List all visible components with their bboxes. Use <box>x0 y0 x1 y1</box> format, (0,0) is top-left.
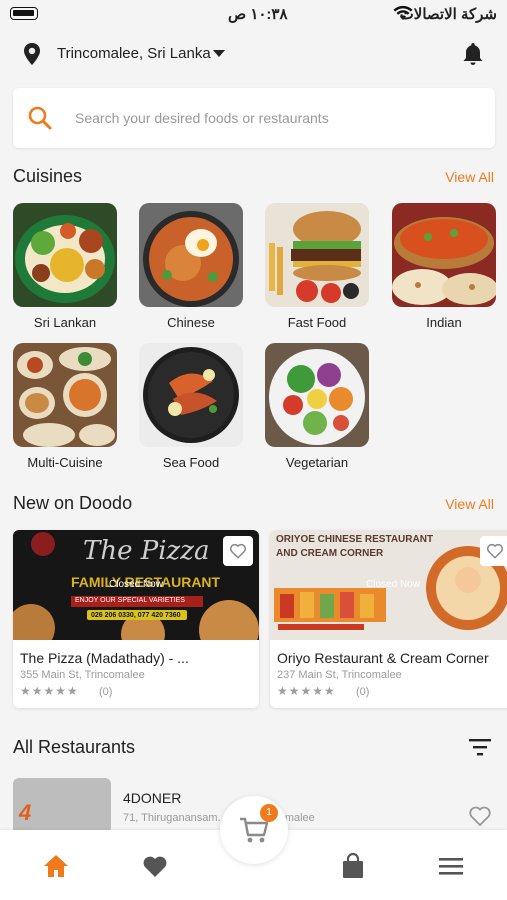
cuisine-label: Sri Lankan <box>33 315 97 330</box>
cuisine-image <box>13 203 117 307</box>
cuisine-chinese[interactable]: Chinese <box>139 203 243 333</box>
restaurant-card-the-pizza[interactable]: The Pizza FAMILY RESTAURANT ENJOY OUR SP… <box>13 530 259 708</box>
favorite-button[interactable] <box>480 536 507 566</box>
new-on-doodo-title: New on Doodo <box>13 493 133 513</box>
restaurant-name: The Pizza (Madathady) - ... <box>20 650 189 666</box>
status-time: ١٠:٣٨ ص <box>228 6 288 23</box>
battery-icon <box>10 7 38 20</box>
cart-button[interactable]: 1 <box>220 796 288 864</box>
cuisine-image <box>392 203 496 307</box>
cuisine-label: Sea Food <box>162 455 220 470</box>
location-selector[interactable]: Trincomalee, Sri Lanka <box>57 45 211 62</box>
cuisine-image <box>265 203 369 307</box>
cuisine-label: Multi-Cuisine <box>27 455 103 470</box>
heart-outline-icon <box>486 543 504 559</box>
cuisine-vegetarian[interactable]: Vegetarian <box>265 343 369 473</box>
cuisine-label: Chinese <box>167 315 215 330</box>
all-restaurants-title: All Restaurants <box>13 737 136 757</box>
cuisine-label: Indian <box>426 315 462 330</box>
cuisine-sea-food[interactable]: Sea Food <box>139 343 243 473</box>
cuisine-multi-cuisine[interactable]: Multi-Cuisine <box>13 343 117 473</box>
favorite-button[interactable] <box>223 536 253 566</box>
banner-title: ORIYOE CHINESE RESTAURANT <box>276 534 434 545</box>
search-input[interactable]: Search your desired foods or restaurants <box>75 110 329 126</box>
closed-status: Closed Now <box>366 579 420 590</box>
shopping-bag-icon[interactable] <box>339 852 367 880</box>
rating-stars-icon: ★★★★★ <box>277 684 336 698</box>
location-bar: Trincomalee, Sri Lanka <box>0 36 507 72</box>
cuisines-title: Cuisines <box>13 166 83 186</box>
banner-tagline: ENJOY OUR SPECIAL VARIETIES <box>75 597 185 604</box>
restaurant-address: 355 Main St, Trincomalee <box>20 669 145 681</box>
cuisines-view-all-link[interactable]: View All <box>445 169 494 185</box>
chevron-down-icon[interactable] <box>213 50 225 57</box>
restaurant-name: 4DONER <box>123 790 182 806</box>
restaurant-banner: ORIYOE CHINESE RESTAURANT AND CREAM CORN… <box>270 530 507 640</box>
heart-outline-icon <box>229 543 247 559</box>
home-icon[interactable] <box>42 852 70 880</box>
location-pin-icon <box>24 43 40 65</box>
cuisine-indian[interactable]: Indian <box>392 203 496 333</box>
menu-icon[interactable] <box>437 852 465 880</box>
cuisine-image <box>139 343 243 447</box>
banner-title: The Pizza <box>83 536 210 566</box>
cuisine-image <box>265 343 369 447</box>
cuisine-sri-lankan[interactable]: Sri Lankan <box>13 203 117 333</box>
review-count: (0) <box>99 686 113 698</box>
thumb-logo-text: 4 DONER <box>19 800 98 834</box>
restaurant-card-oriyo[interactable]: ORIYOE CHINESE RESTAURANT AND CREAM CORN… <box>270 530 507 708</box>
closed-status: Closed Now <box>109 579 163 590</box>
notification-bell-icon[interactable] <box>461 41 485 67</box>
rating-stars-icon: ★★★★★ <box>20 684 79 698</box>
cuisine-image <box>13 343 117 447</box>
carrier-name: شركة الاتصالات <box>399 6 497 23</box>
cuisine-label: Fast Food <box>287 315 347 330</box>
restaurant-thumbnail: 4 DONER <box>13 778 111 834</box>
banner-subtitle: AND CREAM CORNER <box>276 548 384 559</box>
banner-phone: 026 206 0330, 077 420 7360 <box>91 612 181 619</box>
new-on-doodo-view-all-link[interactable]: View All <box>445 496 494 512</box>
heart-outline-icon[interactable] <box>467 804 493 828</box>
search-icon <box>28 106 52 130</box>
heart-icon[interactable] <box>141 852 169 880</box>
cuisine-image <box>139 203 243 307</box>
cuisine-label: Vegetarian <box>285 455 349 470</box>
cart-badge: 1 <box>260 804 278 822</box>
review-count: (0) <box>356 686 370 698</box>
cuisine-fast-food[interactable]: Fast Food <box>265 203 369 333</box>
filter-icon[interactable] <box>469 738 491 756</box>
restaurant-banner: The Pizza FAMILY RESTAURANT ENJOY OUR SP… <box>13 530 259 640</box>
restaurant-name: Oriyo Restaurant & Cream Corner <box>277 650 489 666</box>
status-bar: ١٠:٣٨ ص شركة الاتصالات <box>0 0 507 28</box>
search-bar[interactable]: Search your desired foods or restaurants <box>13 88 495 148</box>
restaurant-address: 237 Main St, Trincomalee <box>277 669 402 681</box>
